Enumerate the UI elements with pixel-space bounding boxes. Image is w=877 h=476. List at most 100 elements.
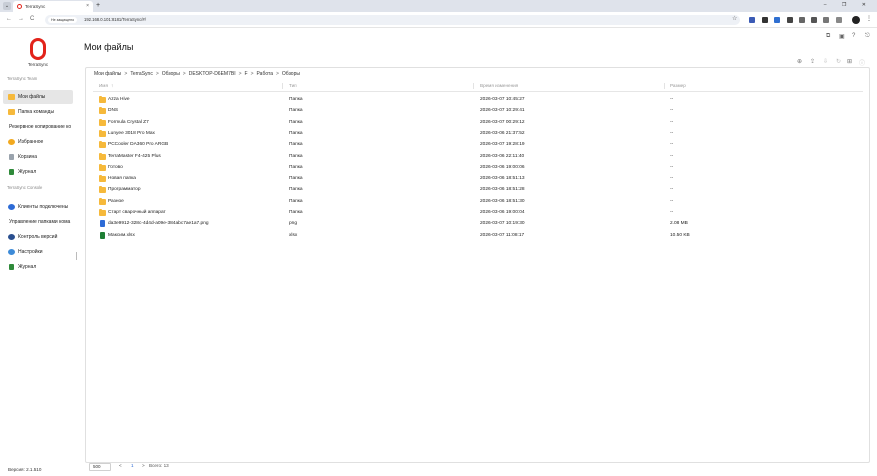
table-row[interactable]: Максим.xlsx xlsx 2026-03-07 11:08:17 10.50 … — [93, 231, 863, 242]
back-button[interactable]: ← — [6, 16, 12, 22]
logo-text: TerraSync — [27, 62, 49, 67]
file-size: -- — [670, 176, 674, 182]
help-icon[interactable]: ? — [852, 33, 855, 39]
breadcrumb-item[interactable]: F — [245, 71, 248, 77]
sidebar-item-clients[interactable]: Клиенты подключены — [3, 200, 73, 214]
forward-button[interactable]: → — [18, 16, 24, 22]
file-modified-time: 2026-03-06 22:11:40 — [480, 153, 525, 159]
tab-close-icon[interactable]: × — [86, 3, 89, 9]
file-size: -- — [670, 210, 674, 215]
sidebar-item-log[interactable]: Журнал — [3, 165, 73, 179]
file-modified-time: 2026-03-07 10:45:27 — [480, 97, 525, 102]
terrasync-favicon-icon — [17, 4, 22, 9]
grid-view-icon[interactable]: ⊞ — [847, 58, 852, 65]
table-row[interactable]: Formula Crystal Z7 Папка 2026-03-07 00:29:… — [93, 118, 863, 129]
section-title-team: TerraSync Team — [7, 76, 38, 81]
new-folder-icon[interactable]: ⊕ — [797, 58, 802, 65]
breadcrumb-item[interactable]: Обзоры — [282, 71, 300, 77]
extension-icon[interactable] — [774, 17, 780, 23]
sidebar-item-label: Журнал — [18, 264, 37, 270]
breadcrumb: Мои файлы > TerraSync > Обзоры > DESKTOP-D6EM7… — [94, 71, 300, 77]
file-modified-time: 2026-03-06 18:51:13 — [480, 176, 525, 182]
breadcrumb-item[interactable]: Обзоры — [162, 71, 180, 77]
sidebar-item-label: Папка команды — [18, 109, 55, 115]
total-count: Всего: 13 — [149, 463, 169, 468]
file-name: Formula Crystal Z7 — [108, 119, 149, 125]
table-row[interactable]: Новая папка Папка 2026-03-06 18:51:13 -- — [93, 174, 863, 185]
sidebar-item-label: Избранное — [18, 139, 44, 145]
breadcrumb-item[interactable]: TerraSync — [130, 71, 153, 77]
column-divider[interactable] — [282, 83, 283, 89]
column-divider[interactable] — [664, 83, 665, 89]
sidebar-item-version-control[interactable]: Контроль версий — [3, 230, 73, 244]
breadcrumb-item[interactable]: Мои файлы — [94, 71, 121, 77]
sidebar-item-team-folders-mgmt[interactable]: Управление папками кома — [3, 215, 73, 229]
table-row[interactable]: Lunyee 3018 Pro Max Папка 2026-03-06 21:37… — [93, 129, 863, 140]
table-row[interactable]: Azza Hive Папка 2026-03-07 10:45:27 -- — [93, 95, 863, 106]
table-row[interactable]: da3e9912-328c-4d4d-a09e-384abc7ae1a7.png… — [93, 219, 863, 230]
table-row[interactable]: PCCooler DA360 Pro ARGB Папка 2026-03-07 1… — [93, 140, 863, 151]
logout-icon[interactable]: ⎋ — [865, 33, 870, 40]
copy-icon[interactable]: ⧉ — [826, 33, 830, 40]
info-icon[interactable]: ⓘ — [859, 58, 865, 67]
breadcrumb-item[interactable]: DESKTOP-D6EM7BI — [189, 71, 236, 77]
download-icon[interactable]: ⇩ — [823, 58, 828, 65]
folder-icon — [99, 175, 106, 183]
bookmark-star-icon[interactable]: ☆ — [732, 15, 737, 22]
prev-page-button[interactable]: < — [119, 463, 122, 468]
extension-icon[interactable] — [787, 17, 793, 23]
profile-avatar[interactable] — [852, 16, 860, 24]
extension-icon[interactable] — [823, 17, 829, 23]
next-page-button[interactable]: > — [142, 463, 145, 468]
file-type: xlsx — [289, 232, 298, 238]
table-row[interactable]: TerraMaster F4-425 Plus Папка 2026-03-06 2… — [93, 152, 863, 163]
table-row[interactable]: Готово Папка 2026-03-06 19:00:06 -- — [93, 163, 863, 174]
file-modified-time: 2026-03-06 18:51:28 — [480, 187, 525, 193]
file-name: Azza Hive — [108, 97, 130, 102]
sidebar-item-backup[interactable]: Резервное копирование ко — [3, 120, 73, 134]
column-header-size[interactable]: Размер — [670, 83, 686, 88]
breadcrumb-item[interactable]: Работа — [257, 71, 274, 77]
window-controls[interactable]: – ❐ ✕ — [824, 2, 873, 8]
section-title-console: TerraSync Console — [7, 185, 43, 190]
sidebar-item-favorites[interactable]: Избранное — [3, 135, 73, 149]
sidebar-item-trash[interactable]: Корзина — [3, 150, 73, 164]
column-divider[interactable] — [473, 83, 474, 89]
sidebar-resize-handle[interactable] — [76, 252, 77, 260]
sidebar-item-console-log[interactable]: Журнал — [3, 260, 73, 274]
file-size: 2.08 MB — [670, 221, 688, 227]
table-row[interactable]: Старт сварочный аппарат Папка 2026-03-06 1… — [93, 208, 863, 219]
extension-icon[interactable] — [799, 17, 805, 23]
extension-icon[interactable] — [762, 17, 768, 23]
column-header-time[interactable]: Время изменения — [480, 83, 518, 88]
column-header-name[interactable]: Имя — [99, 83, 108, 88]
insecure-badge[interactable]: Не защищено — [48, 17, 78, 23]
folder-icon — [99, 209, 106, 216]
table-row[interactable]: DNS Папка 2026-03-07 10:29:41 -- — [93, 106, 863, 117]
reload-button[interactable]: C — [30, 16, 34, 22]
sidebar-item-my-files[interactable]: Мои файлы — [3, 90, 73, 104]
sort-arrow-icon[interactable]: ↑ — [111, 83, 113, 88]
new-tab-button[interactable]: + — [96, 2, 100, 10]
browser-tab[interactable]: TerraSync × — [13, 1, 93, 12]
page-size-select[interactable]: 500 — [89, 463, 111, 471]
extension-icon[interactable] — [749, 17, 755, 23]
sidebar-item-team-folder[interactable]: Папка команды — [3, 105, 73, 119]
table-header: Имя ↑ Тип Время изменения Размер — [93, 81, 863, 92]
file-modified-time: 2026-03-07 19:28:19 — [480, 142, 525, 148]
extension-icon[interactable] — [811, 17, 817, 23]
omnibox[interactable]: Не защищено 192.168.0.101:8181/TerraSync… — [45, 15, 740, 25]
notes-icon[interactable]: ▣ — [839, 33, 845, 40]
table-row[interactable]: Программатор Папка 2026-03-06 18:51:28 -- — [93, 185, 863, 196]
table-row[interactable]: Разное Папка 2026-03-06 18:51:30 -- — [93, 197, 863, 208]
column-header-type[interactable]: Тип — [289, 83, 297, 88]
puzzle-icon[interactable] — [836, 17, 842, 23]
file-type: png — [289, 221, 298, 227]
url-text[interactable]: 192.168.0.101:8181/TerraSync/#/ — [84, 17, 146, 23]
browser-menu-icon[interactable]: ⋮ — [866, 15, 872, 22]
sidebar-item-settings[interactable]: Настройки — [3, 245, 73, 259]
current-page[interactable]: 1 — [131, 463, 134, 468]
refresh-icon[interactable]: ↻ — [836, 58, 841, 65]
tab-search-button[interactable]: ⌄ — [3, 2, 11, 10]
upload-icon[interactable]: ⇪ — [810, 58, 815, 65]
